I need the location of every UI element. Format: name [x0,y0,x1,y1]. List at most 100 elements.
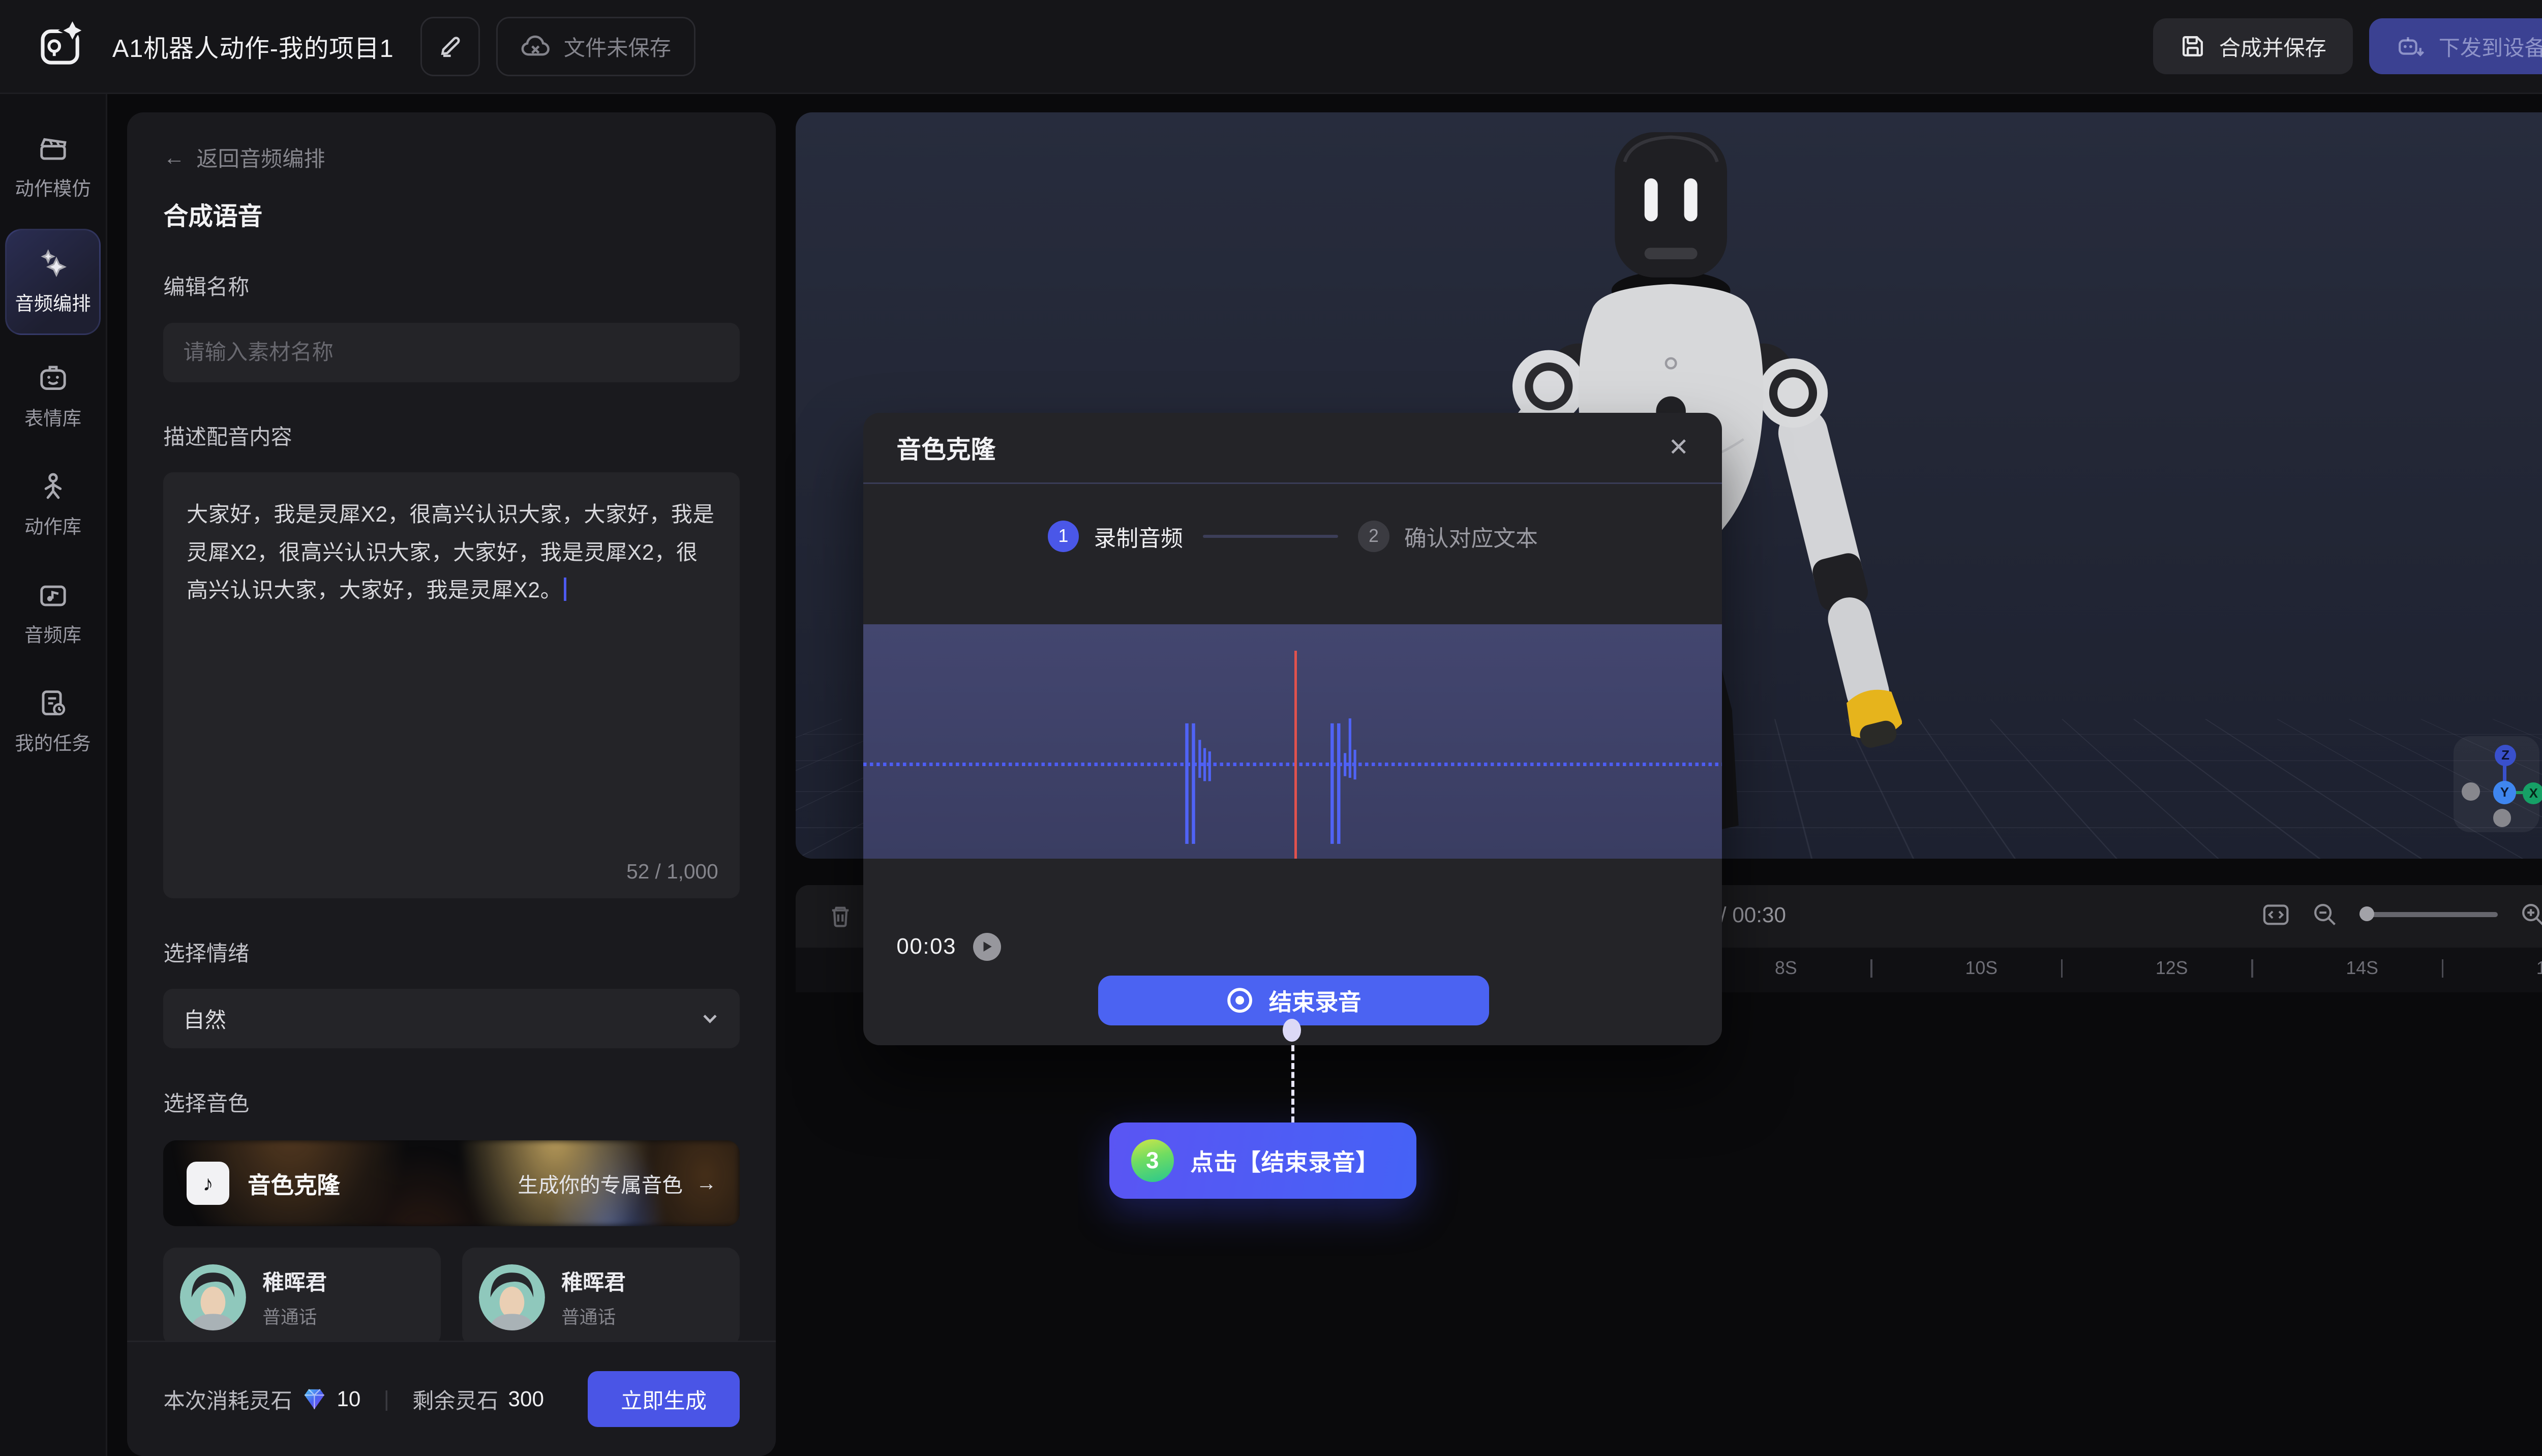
recording-playhead [1294,651,1297,859]
balance-value: 300 [508,1387,544,1411]
sidebar-nav: 动作模仿 音频编排 表情库 动作库 [0,94,107,1456]
modal-header: 音色克隆 ✕ [863,413,1722,484]
guide-tooltip-text: 点击【结束录音】 [1190,1144,1379,1177]
cost-value: 10 [337,1387,360,1411]
ruler-label: 12S [2156,958,2188,979]
app-window: A1机器人动作-我的项目1 文件未保存 合成并保存 [0,0,2542,1456]
generate-now-button[interactable]: 立即生成 [588,1371,740,1427]
ruler-tick [2061,959,2063,978]
rename-button[interactable] [420,17,480,76]
file-unsaved-button[interactable]: 文件未保存 [496,17,695,76]
voice-clone-banner[interactable]: ♪ 音色克隆 生成你的专属音色 → [163,1140,739,1226]
emotion-select[interactable]: 自然 [163,989,739,1048]
axis-x: X [2523,782,2542,804]
sidebar-label: 动作模仿 [15,173,90,201]
voice-lang: 普通话 [561,1303,626,1329]
sidebar-label: 我的任务 [15,728,90,755]
zoom-slider[interactable] [2359,912,2498,917]
step-number: 1 [1048,521,1079,552]
voice-name: 稚晖君 [262,1265,327,1296]
arrow-right-icon: → [696,1171,717,1195]
voice-card[interactable]: 稚晖君 普通话 [462,1248,740,1347]
ruler-tick [2251,959,2253,978]
material-name-input[interactable] [163,323,739,382]
step-confirm-text: 2 确认对应文本 [1358,520,1538,553]
save-button-label: 合成并保存 [2219,31,2326,62]
sidebar-label: 表情库 [24,403,81,431]
sidebar-label: 音频库 [24,620,81,647]
footer-divider: | [384,1387,389,1411]
zoom-in-icon[interactable] [2520,901,2542,928]
ruler-tick [2442,959,2443,978]
ruler-label: 10S [1965,958,1998,979]
back-arrow-icon: ← [163,145,185,170]
clapperboard-icon [37,132,70,165]
sidebar-item-my-tasks[interactable]: 我的任务 [5,675,101,769]
ruler-tick [1870,959,1872,978]
step-label: 确认对应文本 [1404,520,1538,553]
deploy-to-device-button[interactable]: 下发到设备 [2369,18,2542,74]
sidebar-item-audio-library[interactable]: 音频库 [5,567,101,660]
step-label: 录制音频 [1094,520,1183,553]
gem-icon [302,1387,327,1412]
cost-label: 本次消耗灵石 [163,1384,292,1415]
guide-tooltip: 3 点击【结束录音】 [1109,1123,1416,1198]
sidebar-item-audio-arrange[interactable]: 音频编排 [5,229,101,335]
voice-field-label: 选择音色 [163,1086,739,1117]
stop-recording-label: 结束录音 [1269,984,1361,1017]
guide-step-badge: 3 [1131,1139,1174,1182]
voice-clone-modal: 音色克隆 ✕ 1 录制音频 2 确认对应文本 [863,413,1722,1045]
fit-width-icon[interactable] [2262,902,2290,927]
guide-dashed-line [1291,1045,1294,1123]
file-unsaved-label: 文件未保存 [564,31,671,62]
voice-content-textarea[interactable]: 大家好，我是灵犀X2，很高兴认识大家，大家好，我是灵犀X2，很高兴认识大家，大家… [163,472,739,898]
sidebar-label: 动作库 [24,511,81,539]
stop-recording-button[interactable]: 结束录音 [1098,976,1490,1025]
clone-banner-title: 音色克隆 [248,1167,340,1200]
cost-row: 本次消耗灵石 10 | 剩余灵石 300 [163,1384,543,1415]
play-icon[interactable] [973,933,1001,961]
robot-face-icon [37,361,70,395]
save-button[interactable]: 合成并保存 [2153,18,2353,74]
voice-card[interactable]: 稚晖君 普通话 [163,1248,441,1347]
step-record-audio: 1 录制音频 [1048,520,1183,553]
char-counter: 52 / 1,000 [626,860,718,884]
top-bar: A1机器人动作-我的项目1 文件未保存 合成并保存 [0,0,2542,94]
ruler-label: 16S [2536,958,2542,979]
close-icon[interactable]: ✕ [1668,433,1689,462]
axis-z: Z [2495,745,2516,766]
clone-banner-cta: 生成你的专属音色 → [518,1168,716,1198]
voice-avatar [479,1264,545,1330]
axis-gizmo[interactable]: Z Y X [2454,736,2539,832]
trash-icon[interactable] [827,903,854,929]
axis-y: Y [2493,781,2516,804]
step-connector [1203,535,1338,538]
timeline-time: / 00:30 [1720,903,1786,927]
emotion-value: 自然 [183,1003,226,1034]
voice-content-text: 大家好，我是灵犀X2，很高兴认识大家，大家好，我是灵犀X2，很高兴认识大家，大家… [187,502,715,602]
pencil-icon [437,33,463,59]
recording-timer-row: 00:03 [896,933,1001,961]
panel-title: 合成语音 [163,196,739,232]
voice-avatar [180,1264,246,1330]
back-label: 返回音频编排 [196,142,325,173]
generate-footer: 本次消耗灵石 10 | 剩余灵石 300 立即生成 [127,1341,776,1456]
voice-name: 稚晖君 [561,1265,626,1296]
modal-title: 音色克隆 [896,430,995,466]
music-file-icon: ♪ [187,1162,229,1204]
ruler-label: 8S [1775,958,1797,979]
zoom-out-icon[interactable] [2312,901,2338,928]
sidebar-item-motion-library[interactable]: 动作库 [5,459,101,552]
guide-anchor-dot [1283,1019,1301,1042]
topbar-actions: 合成并保存 下发到设备 [2153,18,2542,74]
project-title: A1机器人动作-我的项目1 [112,28,394,65]
record-icon [1226,986,1254,1014]
back-to-audio-arrange[interactable]: ← 返回音频编排 [163,142,739,173]
axis-neg-2 [2493,809,2511,827]
person-icon [37,470,70,503]
task-list-icon [37,687,70,720]
zoom-slider-knob[interactable] [2359,906,2374,921]
emotion-field-label: 选择情绪 [163,936,739,967]
sidebar-item-motion-mimic[interactable]: 动作模仿 [5,120,101,214]
sidebar-item-expression-library[interactable]: 表情库 [5,350,101,444]
